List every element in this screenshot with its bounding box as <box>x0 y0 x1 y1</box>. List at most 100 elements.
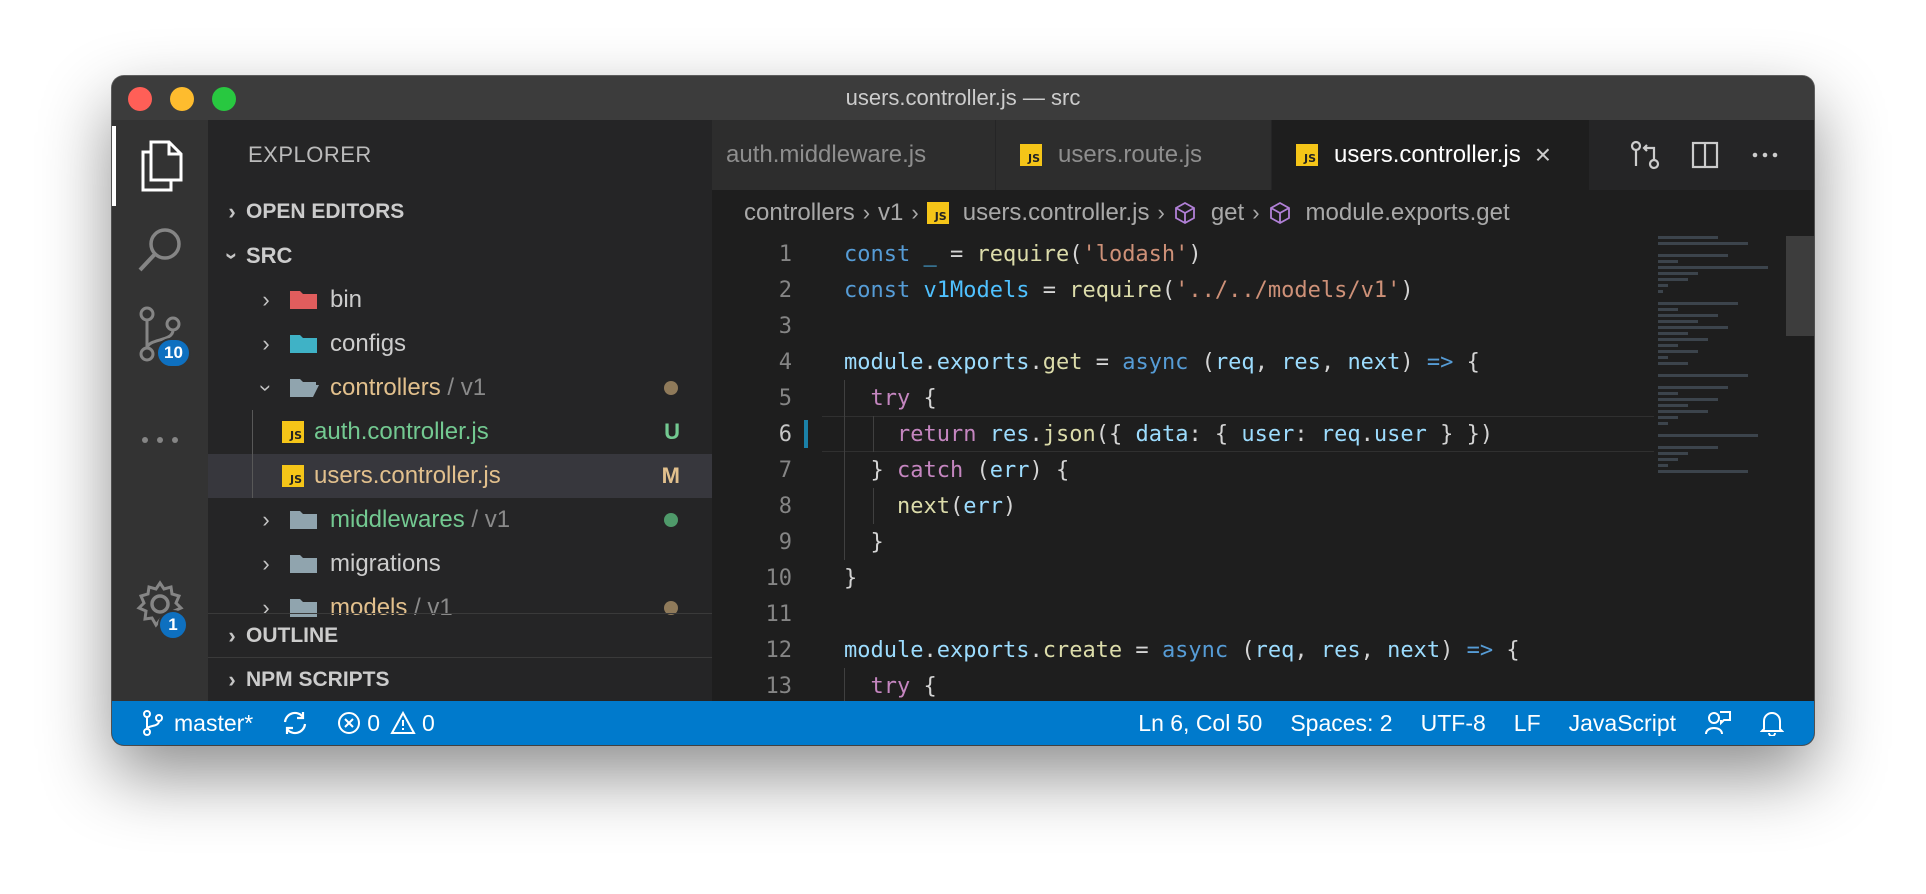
branch-status[interactable]: master* <box>112 701 267 745</box>
search-activity-button[interactable] <box>112 210 208 290</box>
more-actions-icon[interactable] <box>1750 140 1780 170</box>
feedback-button[interactable] <box>1690 701 1746 745</box>
tab-users-route[interactable]: JS users.route.js <box>996 120 1272 190</box>
chevron-right-icon: › <box>228 199 236 224</box>
code-line: 2 const v1Models = require('../../models… <box>712 272 1814 308</box>
chevron-right-icon: › <box>228 622 236 648</box>
breadcrumb-symbol[interactable]: module.exports.get <box>1268 199 1510 227</box>
breadcrumb-folder[interactable]: controllers <box>744 199 855 227</box>
files-icon <box>141 140 183 192</box>
minimap-line <box>1658 446 1718 449</box>
notifications-button[interactable] <box>1746 701 1814 745</box>
js-file-icon: JS <box>926 202 949 224</box>
minimap-line <box>1658 284 1668 287</box>
ellipsis-icon <box>142 437 178 443</box>
close-icon[interactable]: × <box>1535 139 1551 171</box>
zoom-window-button[interactable] <box>212 87 236 111</box>
tree-item-auth-controller-js[interactable]: JS auth.controller.js U <box>208 410 712 454</box>
src-section[interactable]: › SRC <box>208 234 712 278</box>
tree-item-label: auth.controller.js <box>314 418 489 445</box>
method-icon <box>1174 201 1195 225</box>
vertical-scrollbar[interactable] <box>1786 236 1814 336</box>
tree-item-label: configs <box>330 330 407 357</box>
open-editors-section[interactable]: › OPEN EDITORS <box>208 190 712 234</box>
minimap-line <box>1658 332 1688 335</box>
line-number: 11 <box>765 601 793 627</box>
breadcrumb-folder[interactable]: v1 <box>878 199 903 227</box>
cursor-position[interactable]: Ln 6, Col 50 <box>1124 701 1276 745</box>
tab-label: auth.middleware.js <box>726 141 927 168</box>
minimize-window-button[interactable] <box>170 87 194 111</box>
file-tree: › bin › configs › controllers / v1 JS auth.cont… <box>208 278 712 634</box>
line-number: 8 <box>778 493 792 519</box>
code-line: 1 const _ = require('lodash') <box>712 236 1814 272</box>
breadcrumb: controllers › v1 › JS users.controller.j… <box>712 190 1814 236</box>
minimap-line <box>1658 452 1688 455</box>
compact-folder-suffix: / v1 <box>464 506 511 533</box>
line-number: 5 <box>778 385 792 411</box>
explorer-title: EXPLORER <box>248 142 372 167</box>
minimap-line <box>1658 392 1678 395</box>
open-editors-label: OPEN EDITORS <box>246 200 405 223</box>
git-status-dot <box>664 513 678 527</box>
line-number: 12 <box>765 637 793 663</box>
line-number: 2 <box>778 277 792 303</box>
sync-button[interactable] <box>267 701 323 745</box>
source-control-badge: 10 <box>156 338 191 368</box>
tree-item-label: migrations <box>330 550 441 577</box>
tree-item-label: middlewares <box>330 506 465 533</box>
minimap-line <box>1658 326 1728 329</box>
minimap-line <box>1658 236 1718 239</box>
open-changes-icon[interactable] <box>1630 140 1660 170</box>
modified-line-indicator <box>804 420 808 448</box>
minimap-line <box>1658 434 1758 437</box>
activity-bar: 10 1 <box>112 120 208 701</box>
minimap-line <box>1658 260 1678 263</box>
code-line: 5 try { <box>712 380 1814 416</box>
tree-item-middlewares[interactable]: › middlewares / v1 <box>208 498 712 542</box>
code-line-current: 6 return res.json({ data: { user: req.us… <box>712 416 1814 452</box>
tree-item-users-controller-js[interactable]: JS users.controller.js M <box>208 454 712 498</box>
explorer-activity-button[interactable] <box>112 126 208 206</box>
breadcrumb-symbol[interactable]: get <box>1173 199 1244 227</box>
split-editor-icon[interactable] <box>1690 140 1720 170</box>
chevron-right-icon: › <box>262 551 270 576</box>
tree-item-migrations[interactable]: › migrations <box>208 542 712 586</box>
sync-icon <box>284 711 307 735</box>
language-mode[interactable]: JavaScript <box>1555 701 1690 745</box>
warning-icon <box>390 711 416 734</box>
outline-section[interactable]: › OUTLINE <box>208 613 712 657</box>
code-line: 12 module.exports.create = async (req, r… <box>712 632 1814 668</box>
breadcrumb-file[interactable]: JS users.controller.js <box>926 199 1149 227</box>
source-control-activity-button[interactable]: 10 <box>112 294 208 374</box>
tab-users-controller[interactable]: JS users.controller.js × <box>1272 120 1590 190</box>
folder-open-icon <box>290 379 319 397</box>
code-line: 7 } catch (err) { <box>712 452 1814 488</box>
line-number: 9 <box>778 529 792 555</box>
tree-item-configs[interactable]: › configs <box>208 322 712 366</box>
eol-status[interactable]: LF <box>1500 701 1555 745</box>
minimap-line <box>1658 308 1678 311</box>
encoding-status[interactable]: UTF-8 <box>1407 701 1500 745</box>
manage-activity-button[interactable]: 1 <box>112 564 208 644</box>
line-number: 3 <box>778 313 792 339</box>
more-activity-button[interactable] <box>112 400 208 480</box>
tree-item-bin[interactable]: › bin <box>208 278 712 322</box>
folder-icon <box>290 511 317 529</box>
npm-scripts-section[interactable]: › NPM SCRIPTS <box>208 657 712 701</box>
indentation-status[interactable]: Spaces: 2 <box>1276 701 1406 745</box>
chevron-right-icon: › <box>1252 200 1260 225</box>
minimap-line <box>1658 290 1663 293</box>
close-window-button[interactable] <box>128 87 152 111</box>
vscode-window: users.controller.js — src 10 1 EXPLORER … <box>112 76 1814 745</box>
editor-area: auth.middleware.js JS users.route.js JS … <box>712 120 1814 701</box>
minimap-line <box>1658 470 1748 473</box>
minimap-line <box>1658 320 1698 323</box>
minimap[interactable] <box>1658 236 1786 701</box>
problems-status[interactable]: 0 0 <box>323 701 449 745</box>
npm-scripts-label: NPM SCRIPTS <box>246 667 390 691</box>
tree-item-controllers[interactable]: › controllers / v1 <box>208 366 712 410</box>
code-editor[interactable]: 1 const _ = require('lodash') 2 const v1… <box>712 236 1814 701</box>
tab-auth-middleware[interactable]: auth.middleware.js <box>712 120 996 190</box>
js-file-icon: JS <box>282 421 304 443</box>
